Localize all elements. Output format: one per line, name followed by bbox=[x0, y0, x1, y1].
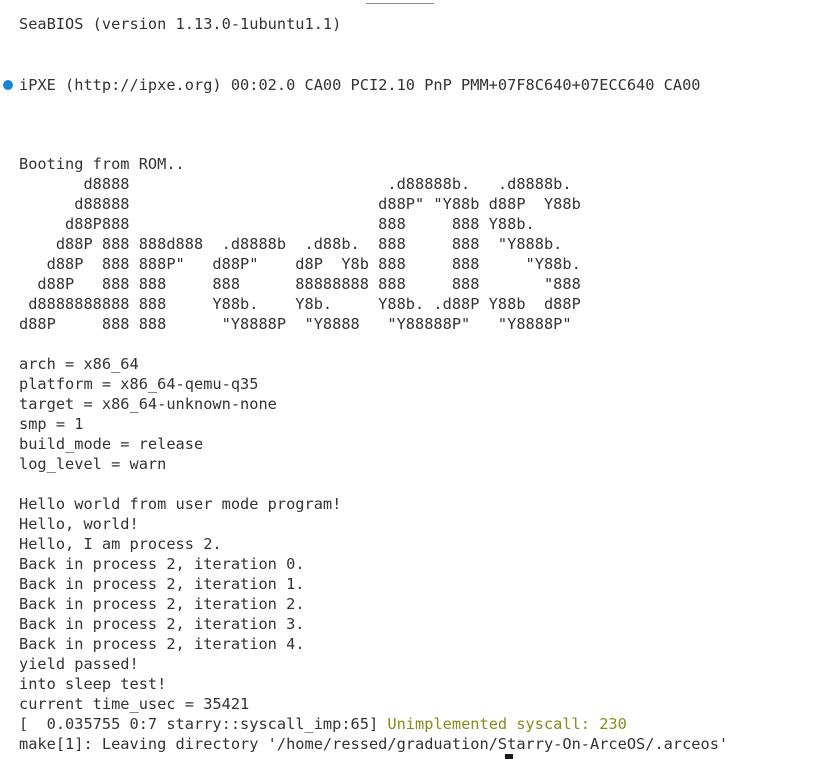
terminal-output[interactable]: SeaBIOS (version 1.13.0-1ubuntu1.1) iPXE… bbox=[0, 0, 822, 759]
seabios-line: SeaBIOS (version 1.13.0-1ubuntu1.1) bbox=[19, 15, 342, 33]
output-line: Hello, world! bbox=[19, 515, 139, 533]
output-line: Back in process 2, iteration 0. bbox=[19, 555, 305, 573]
logo-line: d88P 888 888P" d88P" d8P Y8b 888 888 "Y8… bbox=[19, 255, 581, 273]
output-line: Back in process 2, iteration 2. bbox=[19, 595, 305, 613]
top-tab-indicator bbox=[366, 3, 434, 4]
log-line: [ 0.035755 0:7 starry::syscall_imp:65] U… bbox=[19, 714, 627, 734]
log-warning-message: Unimplemented syscall: 230 bbox=[387, 715, 627, 733]
config-log-level: log_level = warn bbox=[19, 455, 167, 473]
booting-line: Booting from ROM.. bbox=[19, 155, 185, 173]
output-line: into sleep test! bbox=[19, 675, 167, 693]
output-line: Back in process 2, iteration 1. bbox=[19, 575, 305, 593]
output-line: yield passed! bbox=[19, 655, 139, 673]
config-target: target = x86_64-unknown-none bbox=[19, 395, 277, 413]
make-leaving-line: make[1]: Leaving directory '/home/ressed… bbox=[19, 735, 729, 753]
logo-line: d88P 888 888d888 .d8888b .d88b. 888 888 … bbox=[19, 235, 563, 253]
ipxe-marker-dot-icon bbox=[3, 80, 13, 90]
config-arch: arch = x86_64 bbox=[19, 355, 139, 373]
config-build-mode: build_mode = release bbox=[19, 435, 204, 453]
config-smp: smp = 1 bbox=[19, 415, 84, 433]
logo-line: d8888 .d88888b. .d8888b. bbox=[19, 175, 572, 193]
terminal-cursor bbox=[505, 754, 513, 759]
logo-line: d88888 d88P" "Y88b d88P Y88b bbox=[19, 195, 581, 213]
log-prefix: [ 0.035755 0:7 starry::syscall_imp:65] bbox=[19, 715, 388, 733]
ipxe-line: iPXE (http://ipxe.org) 00:02.0 CA00 PCI2… bbox=[19, 76, 701, 94]
logo-line: d8888888888 888 Y88b. Y8b. Y88b. .d88P Y… bbox=[19, 295, 581, 313]
output-line: Hello, I am process 2. bbox=[19, 535, 222, 553]
logo-line: d88P888 888 888 Y88b. bbox=[19, 215, 535, 233]
logo-line: d88P 888 888 888 88888888 888 888 "888 bbox=[19, 275, 581, 293]
output-line: Hello world from user mode program! bbox=[19, 495, 342, 513]
output-line: Back in process 2, iteration 3. bbox=[19, 615, 305, 633]
logo-line: d88P 888 888 "Y8888P "Y8888 "Y88888P" "Y… bbox=[19, 315, 572, 333]
output-line: current time_usec = 35421 bbox=[19, 695, 250, 713]
config-platform: platform = x86_64-qemu-q35 bbox=[19, 375, 259, 393]
output-line: Back in process 2, iteration 4. bbox=[19, 635, 305, 653]
